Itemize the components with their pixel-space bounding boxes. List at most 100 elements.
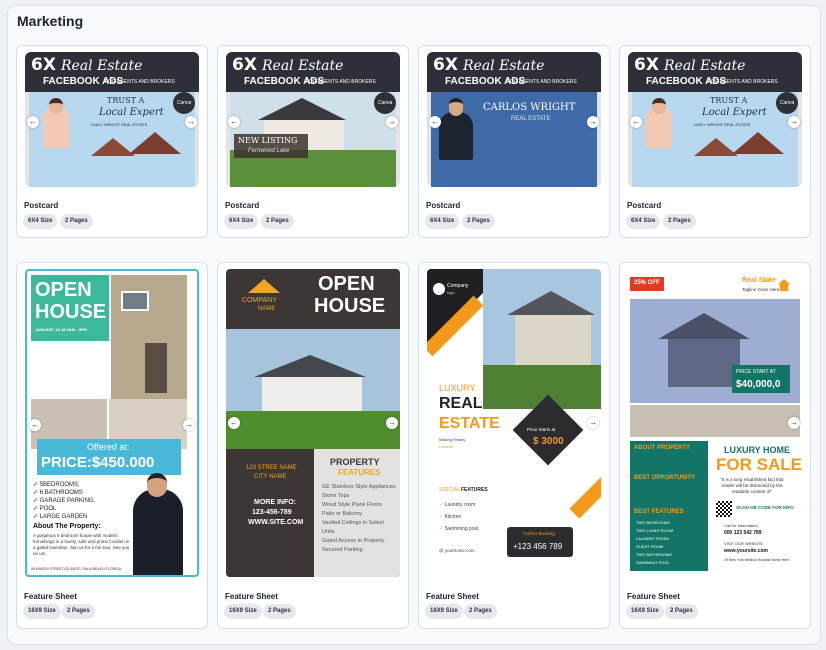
next-arrow-icon[interactable]: → xyxy=(788,417,800,429)
feature-item: GE Stainless Style Appliances xyxy=(322,484,396,490)
agent-head xyxy=(449,98,463,116)
qr-code-icon xyxy=(716,501,732,517)
features-text: FEATURES xyxy=(338,468,381,477)
house-window xyxy=(121,291,149,311)
features-list: TWO BEDROOMS TWO LIVING ROOM LAUNDRY ROO… xyxy=(636,519,706,567)
visit-label: VISIT OUR WEBSITE xyxy=(724,541,764,546)
feature-sheet-thumbnail[interactable]: OPEN HOUSE JANUARY 13-18 6AM - 9PM Offer… xyxy=(25,269,199,577)
feature-item: Gated Access to Property xyxy=(322,538,385,544)
pages-tag: 2 Pages xyxy=(263,604,296,619)
prev-arrow-icon[interactable]: ← xyxy=(29,419,41,431)
agent-role: REAL ESTATE xyxy=(511,116,551,122)
pages-tag: 2 Pages xyxy=(665,604,698,619)
banner-script: Real Estate xyxy=(61,58,143,74)
new-listing-title: NEW LISTING xyxy=(238,136,298,145)
bullet-item: ✓ 6 BATHROOMS xyxy=(33,490,83,496)
postcard-thumbnail[interactable]: 6X Real Estate FACEBOOK ADS FOR AGENTS A… xyxy=(628,52,802,187)
feature-sheet-card[interactable]: COMPANY NAME OPEN HOUSE 123 STREE NAME C… xyxy=(217,262,409,629)
house-roof xyxy=(254,355,366,377)
house-roof-2 xyxy=(732,132,784,154)
next-arrow-icon[interactable]: → xyxy=(386,417,398,429)
agent-name: CARLOS WRIGHT xyxy=(483,102,576,113)
about-title: ABOUT PROPERTY xyxy=(634,445,691,451)
prev-arrow-icon[interactable]: ← xyxy=(228,116,240,128)
city-text: CITY NAME xyxy=(254,474,287,480)
house-text: HOUSE xyxy=(314,295,386,317)
trust-line1: TRUST A xyxy=(107,96,145,105)
prev-arrow-icon[interactable]: ← xyxy=(429,116,441,128)
feature-item: ✓ Kitchen xyxy=(439,514,462,520)
banner-sub: FOR AGENTS AND BROKERS xyxy=(507,79,577,85)
bullet-item: ✓ GARAGE PARKING, xyxy=(33,498,96,504)
company-logo-icon xyxy=(248,279,280,293)
pages-tag: 2 Pages xyxy=(663,214,696,229)
feature-item: TWO LIVING ROOM xyxy=(636,528,674,533)
card-title: Feature Sheet xyxy=(24,592,77,601)
canva-badge: Canva xyxy=(374,92,396,114)
house-wall xyxy=(515,315,591,365)
next-arrow-icon[interactable]: → xyxy=(183,419,195,431)
feature-sheet-card[interactable]: OPEN HOUSE JANUARY 13-18 6AM - 9PM Offer… xyxy=(16,262,208,629)
bullet-item: ✓ 5BEDROOMS, xyxy=(33,482,80,488)
prev-arrow-icon[interactable]: ← xyxy=(630,116,642,128)
next-arrow-icon[interactable]: → xyxy=(587,116,599,128)
company-name: NAME xyxy=(258,306,276,312)
card-title: Feature Sheet xyxy=(426,592,479,601)
postcard-thumbnail[interactable]: 6X Real Estate FACEBOOK ADS FOR AGENTS A… xyxy=(427,52,601,187)
next-arrow-icon[interactable]: → xyxy=(185,116,197,128)
prev-arrow-icon[interactable]: ← xyxy=(228,417,240,429)
special-text: SPECIAL xyxy=(439,487,461,493)
features-list: GE Stainless Style Appliances Stone Tops… xyxy=(322,483,396,555)
agent-head xyxy=(49,98,63,114)
postcard-card[interactable]: 6X Real Estate FACEBOOK ADS FOR AGENTS A… xyxy=(16,45,208,238)
bullet-item: ✓ POOL xyxy=(33,506,57,512)
scan-text: SCAN OR CODE FOR INFO xyxy=(736,505,794,510)
brand-text: Real State xyxy=(742,277,776,284)
house-roof xyxy=(507,291,595,315)
new-listing-sub: Fernwood Lake xyxy=(248,148,290,154)
size-tag: 16X9 Size xyxy=(224,604,262,619)
phone-text: +123 456 789 xyxy=(513,542,563,551)
site-text: WWW.SITE.COM xyxy=(248,519,304,526)
best-title: BEST OPPORTUNITY xyxy=(634,475,696,481)
pages-tag: 2 Pages xyxy=(60,214,93,229)
house-door xyxy=(145,343,167,393)
luxury-text: LUXURY HOME xyxy=(724,445,791,455)
banner-6x: 6X xyxy=(232,55,257,75)
house-wall xyxy=(668,339,740,387)
phone-text: 000 123 542 789 xyxy=(724,530,762,536)
pages-tag: 2 Pages xyxy=(464,604,497,619)
size-tag: 6X4 Size xyxy=(224,214,259,229)
section-title: Marketing xyxy=(17,13,84,29)
open-text: OPEN xyxy=(318,273,375,295)
next-arrow-icon[interactable]: → xyxy=(587,417,599,429)
feature-sheet-card[interactable]: 25% OFF Real State Tagline Goes Here PRI… xyxy=(619,262,811,629)
offered-label: Offered at: xyxy=(87,442,130,452)
logo-text: logo xyxy=(447,290,455,295)
features-list: ✓ Laundry room ✓ Kitchen ✓ Swimming pool xyxy=(439,499,509,535)
property-text: PROPERTY xyxy=(330,457,380,467)
room-strip xyxy=(630,405,800,437)
feature-sheet-card[interactable]: Company logo LUXURY REAL ESTATE Making R… xyxy=(418,262,610,629)
feature-sheet-thumbnail[interactable]: COMPANY NAME OPEN HOUSE 123 STREE NAME C… xyxy=(226,269,400,577)
phone-text: 123-456-789 xyxy=(252,509,292,516)
postcard-banner: 6X Real Estate FACEBOOK ADS FOR AGENTS A… xyxy=(25,52,199,92)
postcard-card[interactable]: 6X Real Estate FACEBOOK ADS FOR AGENTS A… xyxy=(217,45,409,238)
postcard-card[interactable]: 6X Real Estate FACEBOOK ADS FOR AGENTS A… xyxy=(619,45,811,238)
banner-6x: 6X xyxy=(634,55,659,75)
prev-arrow-icon[interactable]: ← xyxy=(27,116,39,128)
pages-tag: 2 Pages xyxy=(261,214,294,229)
next-arrow-icon[interactable]: → xyxy=(788,116,800,128)
canva-badge: Canva xyxy=(173,92,195,114)
next-arrow-icon[interactable]: → xyxy=(386,116,398,128)
postcard-card[interactable]: 6X Real Estate FACEBOOK ADS FOR AGENTS A… xyxy=(418,45,610,238)
feature-sheet-thumbnail[interactable]: Company logo LUXURY REAL ESTATE Making R… xyxy=(427,269,601,577)
feature-sheet-thumbnail[interactable]: 25% OFF Real State Tagline Goes Here PRI… xyxy=(628,269,802,577)
company-text: Company xyxy=(447,283,469,289)
size-tag: 6X4 Size xyxy=(626,214,661,229)
bullet-list: ✓ 5BEDROOMS, ✓ 6 BATHROOMS ✓ GARAGE PARK… xyxy=(33,481,113,521)
banner-sub: FOR AGENTS AND BROKERS xyxy=(306,79,376,85)
postcard-thumbnail[interactable]: 6X Real Estate FACEBOOK ADS FOR AGENTS A… xyxy=(226,52,400,187)
postcard-thumbnail[interactable]: 6X Real Estate FACEBOOK ADS FOR AGENTS A… xyxy=(25,52,199,187)
orange-stripe-2 xyxy=(569,473,601,519)
